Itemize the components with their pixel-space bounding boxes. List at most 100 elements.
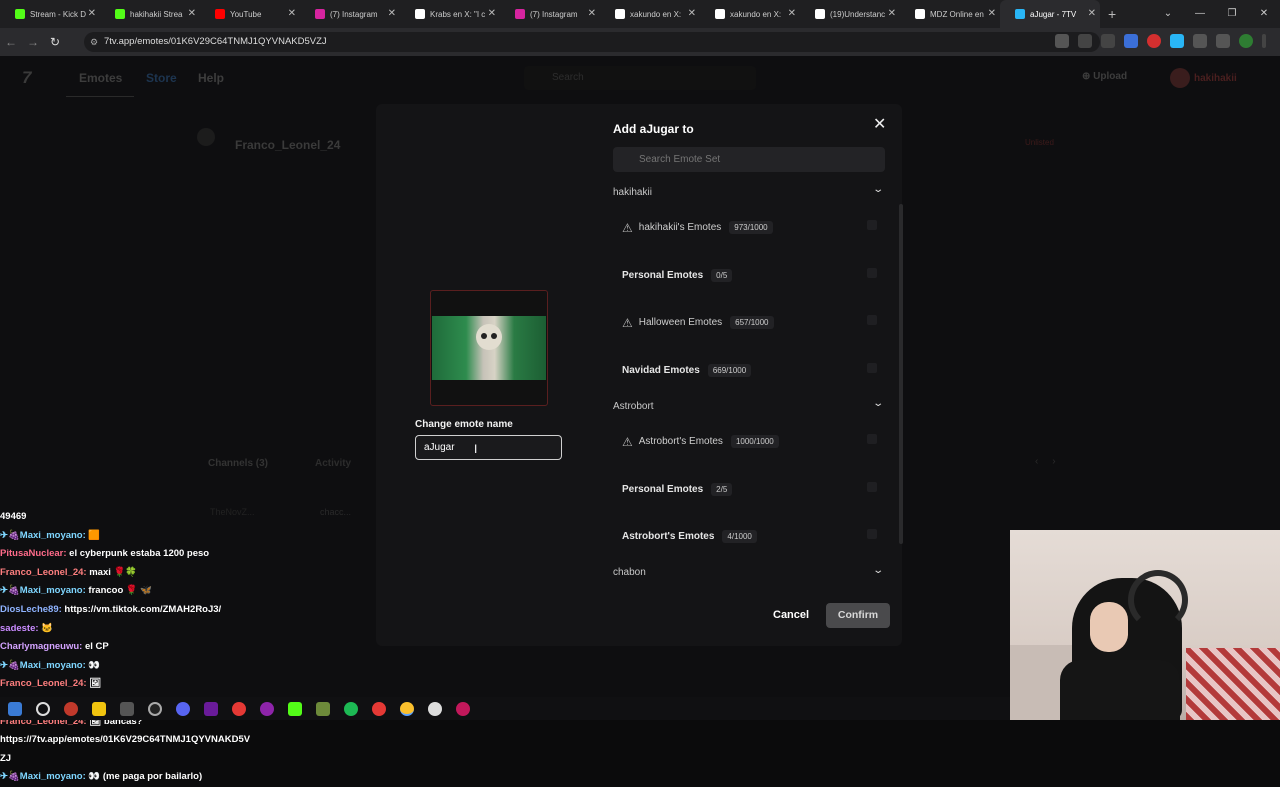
tab-close-icon[interactable]: ✕ xyxy=(288,8,296,19)
pagination-arrows[interactable]: ‹ › xyxy=(1035,456,1056,467)
record-icon[interactable] xyxy=(1147,34,1161,48)
tab-close-icon[interactable]: ✕ xyxy=(688,8,696,19)
chat-username[interactable]: ✈🍇Maxi_moyano: xyxy=(0,660,86,671)
extension-icon[interactable] xyxy=(1124,34,1138,48)
emote-set-row[interactable]: ⚠ hakihakii's Emotes 973/1000 xyxy=(613,204,888,252)
chat-username[interactable]: Franco_Leonel_24: xyxy=(0,678,87,689)
app-icon[interactable] xyxy=(64,701,78,716)
chat-username[interactable]: Franco_Leonel_24: xyxy=(0,567,87,578)
browser-tab[interactable]: Stream - Kick D ✕ xyxy=(0,0,100,28)
7tv-logo[interactable]: 7 xyxy=(22,68,31,88)
minecraft-icon[interactable] xyxy=(316,701,330,716)
chevron-down-icon[interactable]: ⌄ xyxy=(1152,0,1184,28)
app-icon[interactable] xyxy=(456,701,470,716)
profile-avatar[interactable] xyxy=(1239,34,1253,48)
chevron-down-icon[interactable]: ⌄ xyxy=(872,398,884,409)
zoom-icon[interactable] xyxy=(1078,34,1092,48)
tab-close-icon[interactable]: ✕ xyxy=(988,8,996,19)
emote-set-group-header[interactable]: hakihakii ⌄ xyxy=(613,180,888,204)
tab-channels[interactable]: Channels (3) xyxy=(208,458,268,469)
emote-set-checkbox[interactable] xyxy=(867,362,877,373)
chevron-down-icon[interactable]: ⌄ xyxy=(872,565,884,576)
puzzle-icon[interactable] xyxy=(1193,34,1207,48)
app-icon[interactable] xyxy=(120,701,134,716)
emote-set-group-header[interactable]: chabon ⌄ xyxy=(613,561,888,585)
emote-set-row[interactable]: Personal Emotes 2/5 xyxy=(613,466,888,514)
emote-name-input[interactable] xyxy=(415,435,562,460)
tab-close-icon[interactable]: ✕ xyxy=(488,8,496,19)
app-icon[interactable] xyxy=(260,701,274,716)
user-menu[interactable]: hakihakii xyxy=(1170,68,1237,88)
emote-set-row[interactable]: ⚠ Astrobort's Emotes 1000/1000 xyxy=(613,418,888,466)
emote-set-checkbox[interactable] xyxy=(867,315,877,325)
emote-set-row[interactable]: Astrobort's Emotes 4/1000 xyxy=(613,513,888,561)
scrollbar[interactable] xyxy=(899,204,903,544)
browser-tab[interactable]: xakundo en X: ✕ xyxy=(600,0,700,28)
emote-set-checkbox[interactable] xyxy=(867,220,877,230)
tab-close-icon[interactable]: ✕ xyxy=(788,8,796,19)
nav-store[interactable]: Store xyxy=(146,71,177,85)
browser-tab[interactable]: MDZ Online en ✕ xyxy=(900,0,1000,28)
site-info-icon[interactable]: ⚙ xyxy=(90,32,98,52)
minimize-icon[interactable]: — xyxy=(1184,0,1216,28)
site-search-input[interactable]: Search xyxy=(524,66,756,90)
tab-activity[interactable]: Activity xyxy=(315,458,351,469)
extension-icon[interactable] xyxy=(1170,34,1184,48)
emote-owner[interactable]: Franco_Leonel_24 xyxy=(235,138,340,152)
chat-username[interactable]: sadeste: xyxy=(0,623,39,634)
browser-tab[interactable]: YouTube ✕ xyxy=(200,0,300,28)
tab-close-icon[interactable]: ✕ xyxy=(1088,8,1096,19)
chat-username[interactable]: Charlymagneuwu: xyxy=(0,641,82,652)
menu-icon[interactable] xyxy=(1216,34,1230,48)
forward-icon[interactable]: → xyxy=(22,35,44,49)
chevron-down-icon[interactable]: ⌄ xyxy=(872,184,884,195)
emote-set-checkbox[interactable] xyxy=(867,529,877,539)
chrome-icon[interactable] xyxy=(232,701,246,716)
back-icon[interactable]: ← xyxy=(0,35,22,49)
emote-set-row[interactable]: ⚠ Halloween Emotes 657/1000 xyxy=(613,299,888,347)
opera-icon[interactable] xyxy=(372,701,386,716)
tab-close-icon[interactable]: ✕ xyxy=(188,8,196,19)
address-bar[interactable]: ⚙ 7tv.app/emotes/01K6V29C64TNMJ1QYVNAKD5… xyxy=(84,32,1100,52)
cancel-button[interactable]: Cancel xyxy=(773,609,809,621)
upload-button[interactable]: ⊕ Upload xyxy=(1082,71,1127,82)
chrome-icon[interactable] xyxy=(400,701,414,716)
tab-close-icon[interactable]: ✕ xyxy=(388,8,396,19)
browser-tab[interactable]: (7) Instagram ✕ xyxy=(300,0,400,28)
emote-set-row[interactable]: Personal Emotes 0/5 xyxy=(613,252,888,300)
search-icon[interactable] xyxy=(36,701,50,716)
reload-icon[interactable]: ↻ xyxy=(44,35,66,49)
chat-username[interactable]: ✈🍇Maxi_moyano: xyxy=(0,585,86,596)
emote-set-row[interactable]: Navidad Emotes 669/1000 xyxy=(613,347,888,395)
chat-username[interactable]: PitusaNuclear: xyxy=(0,548,67,559)
chat-username[interactable]: DiosLeche89: xyxy=(0,604,62,615)
restore-icon[interactable]: ❐ xyxy=(1216,0,1248,28)
tab-close-icon[interactable]: ✕ xyxy=(88,8,96,19)
emote-set-checkbox[interactable] xyxy=(867,481,877,492)
folder-icon[interactable] xyxy=(92,701,106,716)
close-window-icon[interactable]: ✕ xyxy=(1248,0,1280,28)
emote-set-checkbox[interactable] xyxy=(867,267,877,278)
confirm-button[interactable]: Confirm xyxy=(826,603,890,628)
translate-icon[interactable] xyxy=(1055,34,1069,48)
more-icon[interactable] xyxy=(1262,34,1266,48)
browser-tab[interactable]: (7) Instagram ✕ xyxy=(500,0,600,28)
browser-tab[interactable]: Krabs en X: "I c ✕ xyxy=(400,0,500,28)
chat-username[interactable]: ✈🍇Maxi_moyano: xyxy=(0,771,86,782)
kick-icon[interactable] xyxy=(288,701,302,716)
browser-tab[interactable]: aJugar - 7TV ✕ xyxy=(1000,0,1100,28)
browser-tab[interactable]: hakihakii Strea ✕ xyxy=(100,0,200,28)
obs-icon[interactable] xyxy=(148,701,162,716)
close-icon[interactable]: ✕ xyxy=(873,114,886,134)
emote-set-checkbox[interactable] xyxy=(867,434,877,444)
chat-username[interactable]: ✈🍇Maxi_moyano: xyxy=(0,530,86,541)
browser-tab[interactable]: xakundo en X: ✕ xyxy=(700,0,800,28)
emote-set-group-header[interactable]: Astrobort ⌄ xyxy=(613,394,888,418)
windows-start-icon[interactable] xyxy=(8,701,22,716)
app-icon[interactable] xyxy=(428,701,442,716)
spotify-icon[interactable] xyxy=(344,701,358,716)
nav-help[interactable]: Help xyxy=(198,71,224,85)
app-icon[interactable] xyxy=(204,701,218,716)
nav-emotes[interactable]: Emotes xyxy=(79,71,122,85)
discord-icon[interactable] xyxy=(176,701,190,716)
